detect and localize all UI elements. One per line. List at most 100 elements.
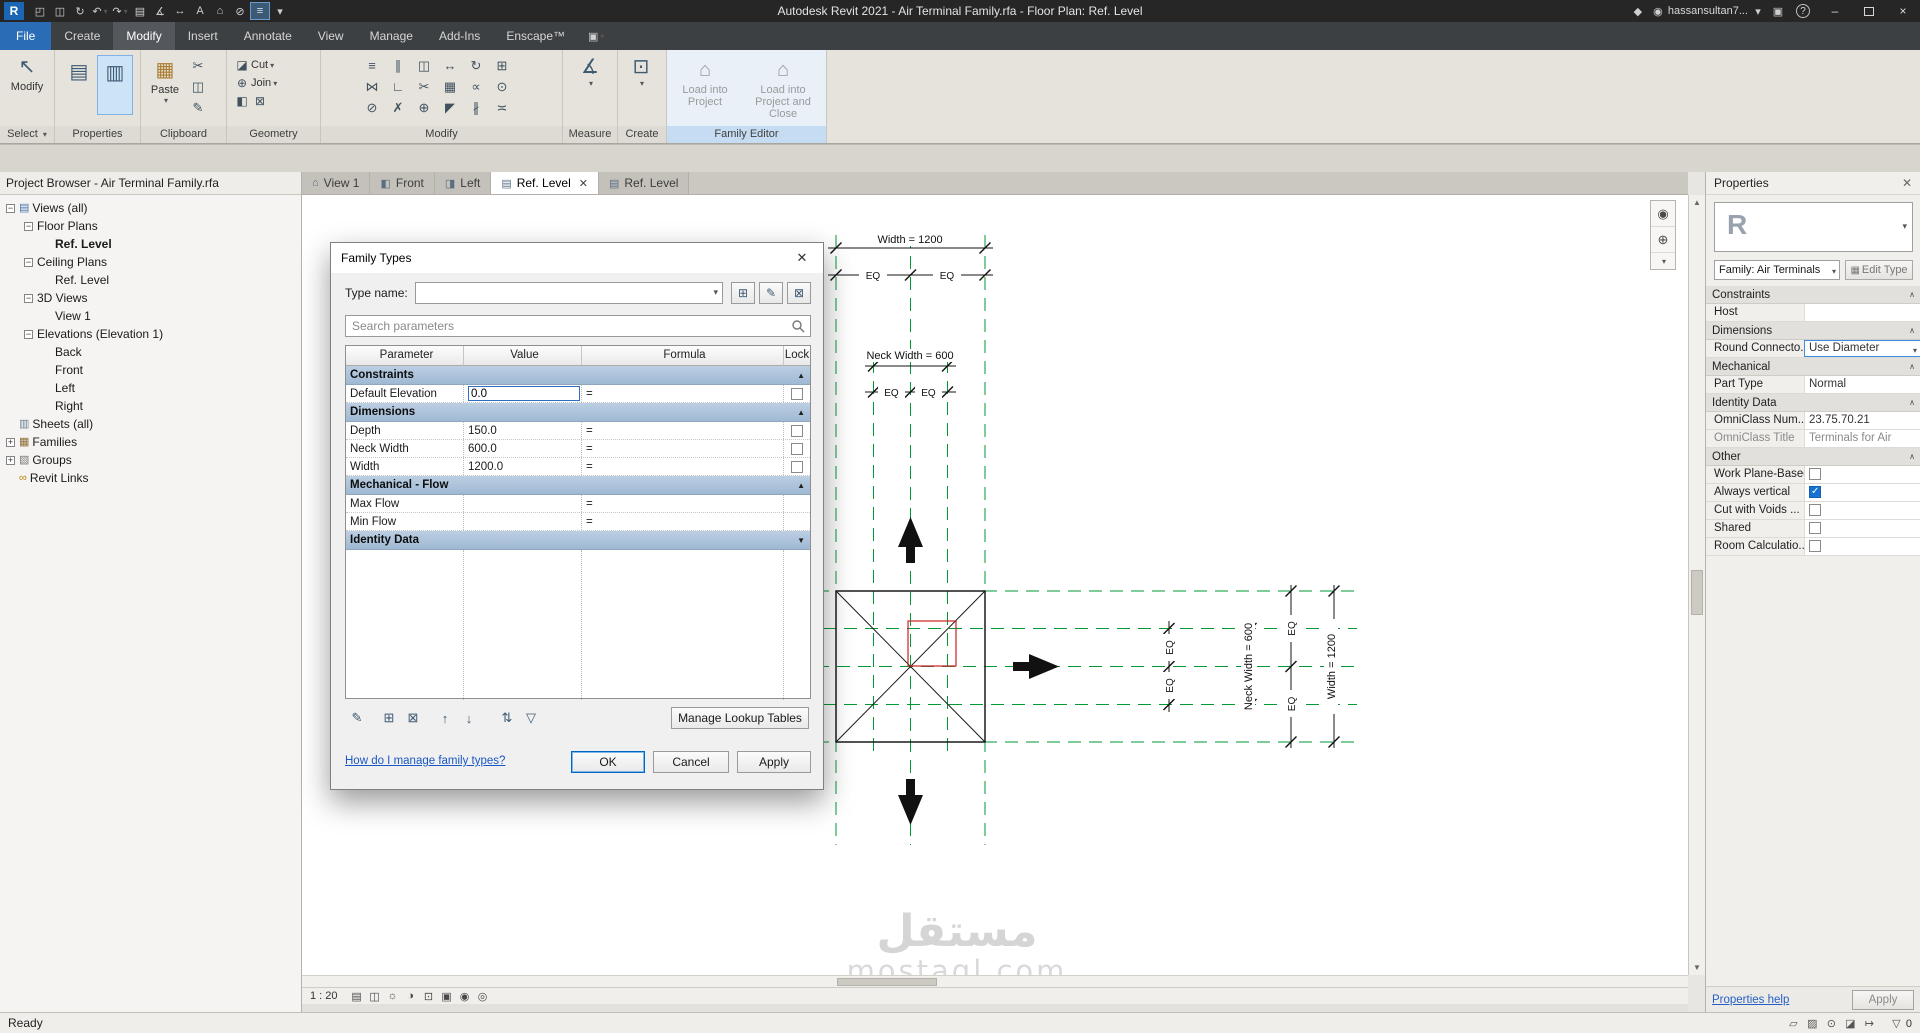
collapse-chevron-icon[interactable]: ∧ <box>1909 362 1915 371</box>
load-into-project-close-button[interactable]: ⌂ Load into Project and Close <box>743 53 823 127</box>
group-row-dimensions[interactable]: Dimensions ▲ <box>346 403 810 422</box>
sun-path-icon[interactable]: ☼ <box>384 990 402 1002</box>
copy-to-clipboard-icon[interactable]: ◫ <box>185 76 211 97</box>
rotate-icon[interactable]: ↻ <box>463 55 489 76</box>
group-row-identity-data[interactable]: Identity Data ▼ <box>346 531 810 550</box>
tree-item-front[interactable]: − Front <box>0 361 301 379</box>
minimize-button[interactable]: – <box>1818 0 1852 22</box>
family-category-selector[interactable]: Family: Air Terminals ▾ <box>1714 260 1840 280</box>
panel-label-geometry[interactable]: Geometry <box>227 126 320 143</box>
edit-parameter-icon[interactable]: ✎ <box>345 707 369 729</box>
property-row-host[interactable]: Host <box>1706 304 1920 322</box>
delete-type-button[interactable]: ⊠ <box>787 282 811 304</box>
trim-extend-icon[interactable]: ∟ <box>385 76 411 97</box>
tree-item-elevations[interactable]: − Elevations (Elevation 1) <box>0 325 301 343</box>
select-links-icon[interactable]: ▱ <box>1784 1017 1803 1030</box>
cut-geometry-button[interactable]: ◪ Cut ▾ <box>233 56 320 74</box>
group-mechanical[interactable]: Mechanical ∧ <box>1706 358 1920 376</box>
tree-item-3d-views[interactable]: − 3D Views <box>0 289 301 307</box>
sync-icon[interactable]: ↻ <box>70 2 90 20</box>
visual-style-icon[interactable]: ◫ <box>366 990 384 1003</box>
match-type-icon[interactable]: ✎ <box>185 97 211 118</box>
array-icon[interactable]: ▦ <box>437 76 463 97</box>
family-types-help-link[interactable]: How do I manage family types? <box>345 755 505 767</box>
table-header[interactable]: Parameter Value Formula Lock <box>346 346 810 366</box>
view-tab-view-1[interactable]: ⌂ View 1 <box>302 172 371 194</box>
parameter-row-neck-width[interactable]: Neck Width 600.0 = <box>346 440 810 458</box>
panel-label-family-editor[interactable]: Family Editor <box>667 126 826 143</box>
expand-icon[interactable]: + <box>6 437 15 447</box>
default-elevation-input[interactable] <box>468 386 580 401</box>
parameter-row-width[interactable]: Width 1200.0 = <box>346 458 810 476</box>
text-icon[interactable]: A <box>190 2 210 20</box>
parameter-row-max-flow[interactable]: Max Flow = <box>346 495 810 513</box>
create-button[interactable]: ⊡ ▾ <box>618 50 664 124</box>
collapse-chevron-icon[interactable]: ∧ <box>1909 326 1915 335</box>
properties-apply-button[interactable]: Apply <box>1852 989 1914 1010</box>
show-crop-region-icon[interactable]: ▣ <box>438 990 456 1003</box>
split-gap-icon[interactable]: ∦ <box>463 97 489 118</box>
tree-item-ref-level-ceiling[interactable]: − Ref. Level <box>0 271 301 289</box>
manage-lookup-tables-button[interactable]: Manage Lookup Tables <box>671 707 809 729</box>
horizontal-scroll-thumb[interactable] <box>837 978 937 986</box>
align-icon[interactable]: ≡ <box>359 55 385 76</box>
pin-icon[interactable]: ⊙ <box>489 76 515 97</box>
signed-in-username[interactable]: hassansultan7... <box>1668 5 1748 17</box>
default-3d-view-icon[interactable]: ⌂ <box>210 2 230 20</box>
close-button[interactable]: × <box>1886 0 1920 22</box>
always-vertical-checkbox[interactable] <box>1809 486 1821 498</box>
lock-checkbox[interactable] <box>791 387 803 400</box>
view-tab-ref-level-active[interactable]: ▤ Ref. Level ✕ <box>491 172 599 194</box>
collapse-icon[interactable]: − <box>24 257 33 267</box>
contextual-tab-icon[interactable]: ▣ ▾ <box>588 22 604 50</box>
cut-to-clipboard-icon[interactable]: ✂ <box>185 55 211 76</box>
select-by-face-icon[interactable]: ◪ <box>1841 1017 1860 1030</box>
lock-checkbox[interactable] <box>791 424 803 437</box>
restore-button[interactable] <box>1852 0 1886 22</box>
view-tab-ref-level-2[interactable]: ▤ Ref. Level <box>598 172 690 194</box>
lock-checkbox[interactable] <box>791 460 803 473</box>
customize-qat-icon[interactable]: ▾ <box>270 2 290 20</box>
measure-icon[interactable]: ∡ <box>150 2 170 20</box>
scroll-down-icon[interactable]: ▼ <box>1689 960 1705 975</box>
delete-icon[interactable]: ✗ <box>385 97 411 118</box>
new-parameter-icon[interactable]: ⊞ <box>377 707 401 729</box>
property-row-room-calculation[interactable]: Room Calculatio... <box>1706 538 1920 556</box>
open-icon[interactable]: ◰ <box>30 2 50 20</box>
edit-type-button[interactable]: ▦ Edit Type <box>1845 260 1913 280</box>
section-icon[interactable]: ⊘ <box>230 2 250 20</box>
drag-on-selection-icon[interactable]: ↦ <box>1860 1017 1879 1030</box>
property-row-omniclass-title[interactable]: OmniClass Title Terminals for Air <box>1706 430 1920 448</box>
tree-item-view-1[interactable]: − View 1 <box>0 307 301 325</box>
shadows-icon[interactable]: ◑ <box>402 990 420 1002</box>
collapse-icon[interactable]: − <box>24 221 33 231</box>
expand-chevron-icon[interactable]: ▼ <box>797 536 805 545</box>
match-properties-icon[interactable]: ≍ <box>489 97 515 118</box>
apply-button[interactable]: Apply <box>737 751 811 773</box>
tree-item-ceiling-plans[interactable]: − Ceiling Plans <box>0 253 301 271</box>
collapse-chevron-icon[interactable]: ∧ <box>1909 452 1915 461</box>
collapse-icon[interactable]: − <box>24 293 33 303</box>
split-element-icon[interactable]: ✂ <box>411 76 437 97</box>
expand-icon[interactable]: + <box>6 455 15 465</box>
undo-icon[interactable]: ↶ ▾ <box>90 2 110 20</box>
offset-icon[interactable]: ∥ <box>385 55 411 76</box>
select-underlay-icon[interactable]: ▨ <box>1803 1017 1822 1030</box>
crop-view-icon[interactable]: ⊡ <box>420 990 438 1003</box>
tree-item-views-all[interactable]: − ▤ Views (all) <box>0 199 301 217</box>
view-tab-front[interactable]: ◧ Front <box>370 172 435 194</box>
modify-tool-button[interactable]: ↖ Modify <box>1 50 53 124</box>
tab-view[interactable]: View <box>305 22 357 50</box>
tab-enscape[interactable]: Enscape™ <box>493 22 578 50</box>
sort-descending-icon[interactable]: ▽ <box>519 707 543 729</box>
panel-label-modify[interactable]: Modify <box>321 126 562 143</box>
join-icon[interactable]: ⊕ <box>411 97 437 118</box>
sort-ascending-icon[interactable]: ⇅ <box>495 707 519 729</box>
tree-item-sheets[interactable]: − ▥ Sheets (all) <box>0 415 301 433</box>
tree-item-ref-level-floor[interactable]: − Ref. Level <box>0 235 301 253</box>
family-types-dialog[interactable]: Family Types ✕ Type name: ▾ ⊞ ✎ ⊠ Parame… <box>330 242 824 790</box>
ok-button[interactable]: OK <box>571 751 645 773</box>
cut-with-voids-checkbox[interactable] <box>1809 504 1821 516</box>
detail-level-icon[interactable]: ▤ <box>348 990 366 1003</box>
reveal-hidden-elements-icon[interactable]: ◎ <box>474 990 492 1003</box>
